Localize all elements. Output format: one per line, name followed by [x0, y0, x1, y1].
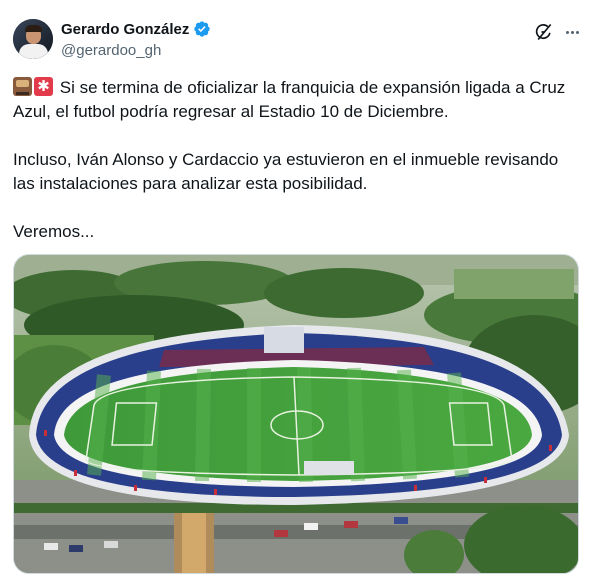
tweet-paragraph-2: Incluso, Iván Alonso y Cardaccio ya estu…: [13, 150, 559, 193]
author-name-row: Gerardo González: [61, 20, 211, 38]
more-icon[interactable]: [562, 22, 582, 42]
aerial-stadium-photo[interactable]: [13, 254, 579, 574]
tweet-line-1: Si se termina de oficializar la franquic…: [13, 78, 566, 121]
grok-icon[interactable]: [534, 22, 554, 42]
tweet-card: Gerardo González @gerardoo_gh Si se term…: [0, 0, 602, 583]
author-handle[interactable]: @gerardoo_gh: [61, 42, 161, 59]
tweet-text: Si se termina de oficializar la franquic…: [13, 75, 583, 244]
stadium-image: [14, 255, 578, 573]
rotating-light-emoji: [34, 75, 53, 99]
author-display-name[interactable]: Gerardo González: [61, 21, 189, 38]
railway-car-emoji: [13, 77, 32, 96]
tweet-paragraph-3: Veremos...: [13, 222, 95, 241]
verified-badge-icon: [194, 21, 211, 37]
tweet-paragraph-1: Si se termina de oficializar la franquic…: [13, 75, 583, 124]
avatar[interactable]: [13, 19, 53, 59]
